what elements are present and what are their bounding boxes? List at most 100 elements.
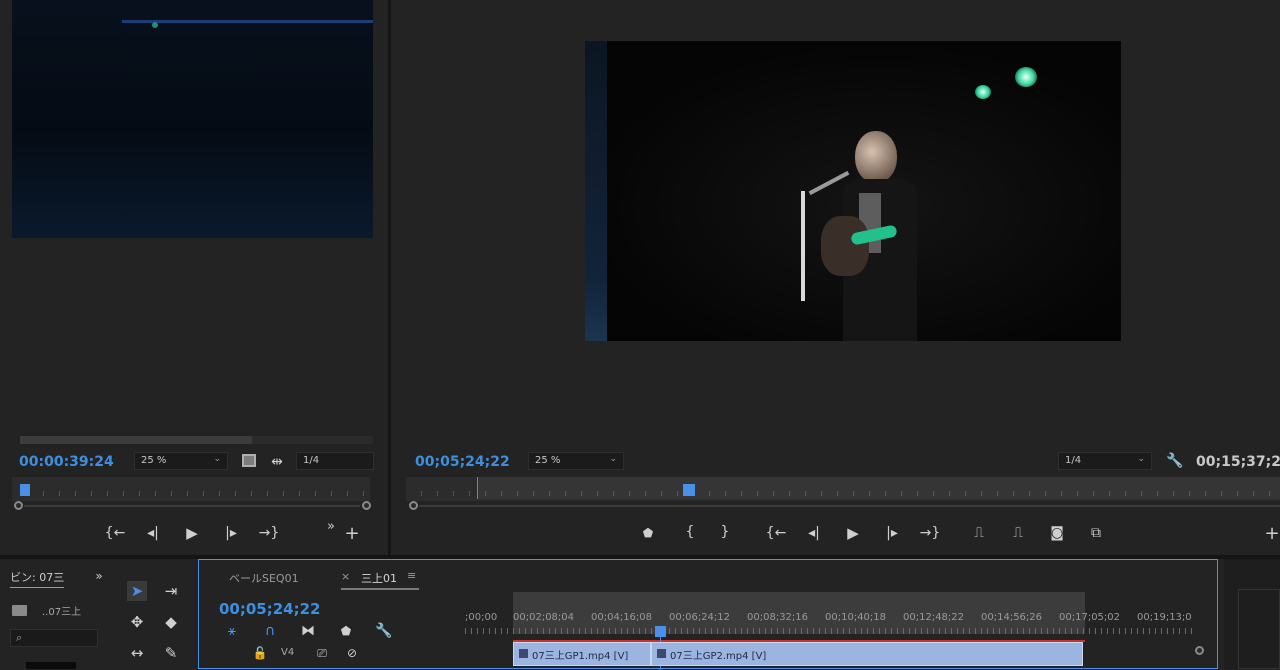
selection-tool-icon[interactable]: ➤ [127,581,147,601]
program-zoom-value: 25 % [535,455,561,466]
mark-in-icon[interactable]: {← [104,524,126,542]
panel-overflow-icon[interactable]: » [88,567,110,585]
ruler-minor-ticks [465,628,1195,634]
insert-clip-icon[interactable] [242,454,256,467]
add-marker-icon[interactable]: ⬟ [637,524,659,542]
program-playhead[interactable] [683,484,695,496]
chevron-down-icon: ⌄ [1137,454,1145,464]
timeline-timecode[interactable]: 00;05;24;22 [219,600,321,618]
nest-toggle-icon[interactable]: ⚹ [221,622,243,640]
step-forward-icon[interactable]: |▸ [881,524,903,542]
source-zoom-start-handle[interactable] [14,501,23,510]
timeline-zoom-handle[interactable] [1195,646,1204,655]
play-icon[interactable]: ▶ [181,524,203,542]
lift-icon[interactable]: ⎍ [968,524,990,542]
ruler-tick: 00;14;56;26 [981,612,1043,623]
compare-view-icon[interactable]: ⧉ [1085,524,1107,542]
play-icon[interactable]: ▶ [842,524,864,542]
audio-meters-panel [1224,559,1280,669]
linked-selection-icon[interactable]: ⧓ [297,622,319,640]
ruler-tick: 00;02;08;04 [513,612,575,623]
program-video-frame [585,41,1121,341]
project-item-label[interactable]: ..07三上 [42,603,81,618]
fit-arrows-icon[interactable]: ⇹ [266,453,288,471]
video-clip[interactable]: 07三上GP2.mp4 [V] [651,642,1083,666]
source-zoom-bar[interactable] [24,505,360,507]
project-panel-title[interactable]: ビン: 07三 [10,569,65,588]
guitar [821,216,869,276]
source-timecode[interactable]: 00:00:39:24 [19,454,114,470]
slip-tool-icon[interactable]: ↔ [127,643,147,663]
video-clip[interactable]: 07三上GP1.mp4 [V] [513,642,651,666]
extract-icon[interactable]: ⎍ [1007,524,1029,542]
chevron-down-icon: ⌄ [609,454,617,464]
performer-head [855,131,897,183]
source-resolution-dropdown[interactable]: 1/4 [296,452,374,470]
search-icon: ⌕ [16,631,23,644]
tools-panel: ➤ ⇥ ✥ ◆ ↔ ✎ [114,559,194,669]
audio-meter-frame [1238,589,1280,669]
mark-out-bracket-icon[interactable]: } [714,523,736,541]
chevron-down-icon: ⌄ [213,454,221,464]
project-panel: ビン: 07三 » ..07三上 ⌕ [0,559,110,669]
project-search-input[interactable]: ⌕ [10,629,98,647]
tab-sequence-1[interactable]: ベールSEQ01 [229,570,299,586]
tab-menu-icon[interactable]: ≡ [407,569,416,582]
source-video-frame [12,0,373,238]
source-time-ruler[interactable] [12,477,370,501]
add-button-icon[interactable]: + [1261,525,1280,543]
step-back-icon[interactable]: ◂| [142,524,164,542]
source-zoom-end-handle[interactable] [362,501,371,510]
clip-label: 07三上GP1.mp4 [V] [532,651,629,662]
add-marker-icon[interactable]: ⬟ [335,622,357,640]
add-button-icon[interactable]: + [341,525,363,543]
pen-tool-icon[interactable]: ✎ [161,643,181,663]
go-to-out-icon[interactable]: →} [919,524,941,542]
camera-icon[interactable]: ◙ [1046,524,1068,542]
timeline-settings-wrench-icon[interactable]: 🔧 [373,622,395,640]
toggle-visibility-icon[interactable]: ⊘ [341,644,363,662]
timeline-ruler[interactable]: ;00;00 00;02;08;04 00;04;16;08 00;06;24;… [465,608,1195,638]
source-zoom-dropdown[interactable]: 25 % ⌄ [134,452,228,470]
lock-track-icon[interactable]: 🔓 [249,644,271,662]
ruler-tick: 00;12;48;22 [903,612,965,623]
program-timecode[interactable]: 00;05;24;22 [415,454,510,470]
source-scrollbar[interactable] [20,436,373,444]
snap-magnet-icon[interactable]: ∩ [259,622,281,640]
source-resolution-value: 1/4 [303,455,320,466]
step-back-icon[interactable]: ◂| [803,524,825,542]
ruler-tick: 00;19;13;0 [1137,612,1192,623]
program-resolution-value: 1/4 [1065,455,1082,466]
tab-sequence-2[interactable]: 三上01 [361,570,397,586]
ruler-tick: 00;17;05;02 [1059,612,1121,623]
source-scrollbar-thumb[interactable] [20,436,252,444]
program-zoom-start-handle[interactable] [409,501,418,510]
source-zoom-value: 25 % [141,455,167,466]
more-controls-icon[interactable]: » [320,518,342,536]
program-zoom-bar[interactable] [419,505,1280,507]
razor-tool-icon[interactable]: ◆ [161,612,181,632]
ripple-edit-tool-icon[interactable]: ✥ [127,612,147,632]
mark-in-bracket-icon[interactable]: { [679,523,701,541]
program-resolution-dropdown[interactable]: 1/4 ⌄ [1058,452,1152,470]
program-monitor: 00;05;24;22 25 % ⌄ 1/4 ⌄ 🔧 00;15;37;28 ⬟… [391,0,1280,555]
mark-out-icon[interactable]: →} [258,524,280,542]
track-label: V4 [281,647,295,658]
tab-close-icon[interactable]: × [341,570,350,583]
ruler-tick: 00;04;16;08 [591,612,653,623]
source-light-streak [122,20,373,23]
track-select-tool-icon[interactable]: ⇥ [161,581,181,601]
timeline-panel: ベールSEQ01 × 三上01 ≡ 00;05;24;22 ⚹ ∩ ⧓ ⬟ 🔧 … [198,559,1218,670]
go-to-in-icon[interactable]: {← [765,524,787,542]
sync-lock-icon[interactable]: ⎚ [311,644,333,662]
ruler-tick: 00;08;32;16 [747,612,809,623]
folder-icon [12,605,27,616]
ruler-tick: 00;10;40;18 [825,612,887,623]
wrench-icon[interactable]: 🔧 [1164,452,1186,470]
source-playhead[interactable] [20,484,30,496]
fx-badge-icon [657,649,666,658]
program-zoom-dropdown[interactable]: 25 % ⌄ [528,452,624,470]
stage-left-glow [585,41,607,341]
step-forward-icon[interactable]: |▸ [220,524,242,542]
program-duration: 00;15;37;28 [1196,454,1280,470]
